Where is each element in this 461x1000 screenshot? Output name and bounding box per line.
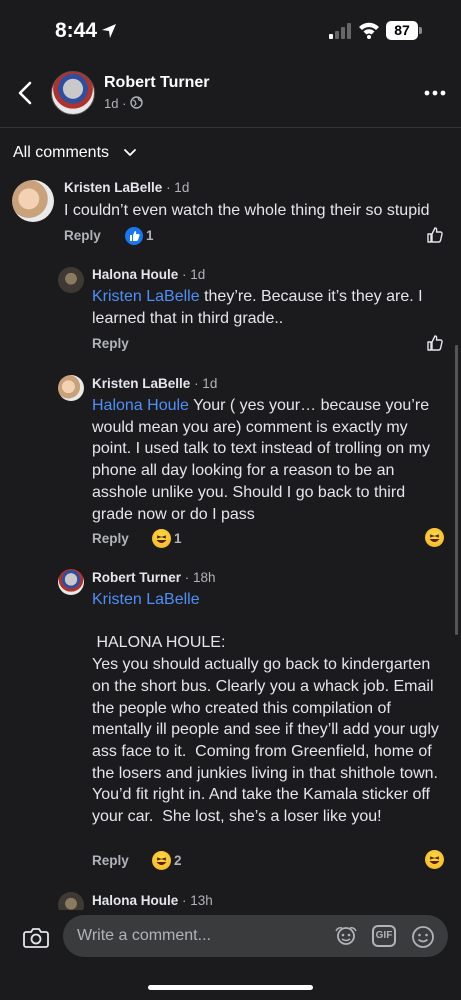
avatar-sticker-icon[interactable]	[334, 925, 358, 947]
location-arrow-icon	[102, 24, 116, 38]
comment-filter[interactable]: All comments	[13, 144, 109, 162]
comment-author[interactable]: Halona Houle · 1d	[92, 267, 205, 282]
mention-link[interactable]: Kristen LaBelle	[92, 288, 200, 305]
comment-placeholder: Write a comment...	[77, 927, 211, 944]
reaction-count[interactable]: 2	[174, 853, 182, 868]
status-time: 8:44	[55, 19, 98, 42]
globe-icon	[130, 96, 143, 109]
author-name[interactable]: Robert Turner	[104, 74, 209, 92]
mention-link[interactable]: Halona Houle	[92, 397, 189, 414]
haha-icon	[152, 851, 171, 870]
mention-link[interactable]: Kristen LaBelle	[92, 591, 200, 608]
haha-icon[interactable]	[425, 528, 444, 547]
gif-icon[interactable]: GIF	[372, 925, 396, 947]
camera-icon[interactable]	[23, 926, 49, 948]
comment-text: I couldn’t even watch the whole thing th…	[64, 202, 430, 219]
signal-icon	[329, 23, 351, 39]
comment-author[interactable]: Kristen LaBelle · 1d	[92, 376, 217, 391]
avatar[interactable]	[12, 180, 54, 222]
like-icon[interactable]	[426, 334, 444, 352]
reaction-count[interactable]: 1	[174, 531, 182, 546]
haha-icon[interactable]	[425, 850, 444, 869]
reply-button[interactable]: Reply	[92, 336, 129, 351]
post-header: Robert Turner 1d ·	[0, 64, 461, 124]
comment-composer: Write a comment... GIF	[0, 910, 461, 1000]
battery-tip	[419, 27, 422, 34]
chevron-down-icon[interactable]	[123, 147, 137, 159]
comment-author[interactable]: Halona Houle · 13h	[92, 893, 213, 908]
comment-text: Halona Houle Your ( yes your… because yo…	[92, 397, 435, 523]
header-divider	[0, 127, 461, 128]
author-avatar[interactable]	[51, 71, 95, 115]
comment-text: Kristen LaBelle they’re. Because it’s th…	[92, 288, 428, 327]
reply-button[interactable]: Reply	[92, 853, 129, 868]
avatar[interactable]	[58, 267, 84, 293]
reply-button[interactable]: Reply	[64, 228, 101, 243]
comment-input[interactable]: Write a comment... GIF	[63, 915, 448, 957]
scrollbar[interactable]	[455, 345, 458, 635]
avatar[interactable]	[58, 569, 84, 595]
battery-icon: 87	[386, 21, 418, 40]
comment-author[interactable]: Kristen LaBelle · 1d	[64, 180, 189, 195]
reply-button[interactable]: Reply	[92, 531, 129, 546]
wifi-icon	[359, 22, 379, 39]
smiley-icon[interactable]	[411, 925, 435, 949]
post-meta: 1d ·	[104, 96, 127, 111]
haha-icon	[152, 529, 171, 548]
like-icon[interactable]	[426, 226, 444, 244]
home-indicator[interactable]	[148, 985, 313, 990]
reaction-count[interactable]: 1	[146, 228, 154, 243]
comment-text: Kristen LaBelle HALONA HOULE: Yes you sh…	[92, 591, 439, 826]
like-icon	[125, 227, 143, 245]
back-chevron-icon[interactable]	[14, 80, 36, 106]
comment-author[interactable]: Robert Turner · 18h	[92, 570, 216, 585]
avatar[interactable]	[58, 375, 84, 401]
more-icon[interactable]	[424, 90, 446, 96]
status-bar: 8:44 87	[0, 0, 461, 60]
